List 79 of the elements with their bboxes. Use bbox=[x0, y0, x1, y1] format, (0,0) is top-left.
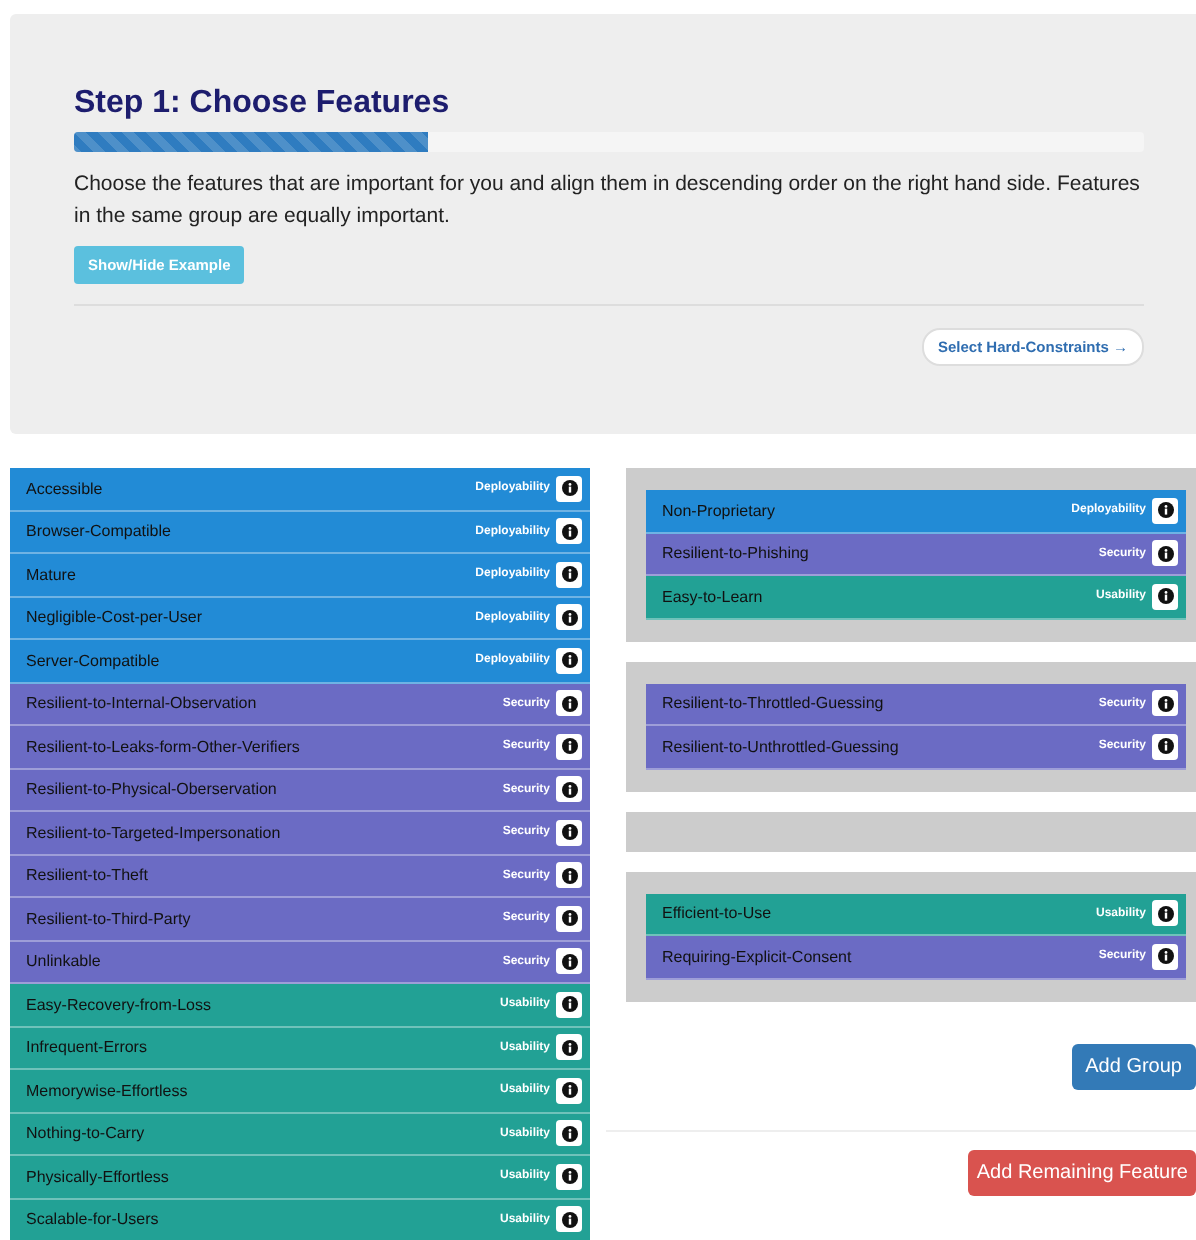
info-button[interactable] bbox=[556, 948, 582, 975]
feature-name: Non-Proprietary bbox=[662, 501, 777, 520]
add-group-button[interactable]: Add Group bbox=[1071, 1043, 1196, 1089]
info-icon bbox=[561, 824, 577, 841]
feature-name: Unlinkable bbox=[26, 952, 103, 971]
info-icon bbox=[561, 652, 577, 669]
info-icon bbox=[561, 996, 577, 1013]
feature-name: Resilient-to-Physical-Oberservation bbox=[26, 780, 279, 799]
info-icon bbox=[1157, 948, 1173, 965]
info-icon bbox=[561, 1039, 577, 1056]
info-icon bbox=[561, 910, 577, 927]
info-icon bbox=[1157, 545, 1173, 562]
feature-name: Resilient-to-Phishing bbox=[662, 544, 811, 563]
info-icon bbox=[561, 867, 577, 884]
info-button[interactable] bbox=[1152, 497, 1178, 524]
info-button[interactable] bbox=[1152, 540, 1178, 567]
feature-name: Resilient-to-Third-Party bbox=[26, 909, 193, 928]
info-button[interactable] bbox=[556, 475, 582, 502]
info-button[interactable] bbox=[556, 1120, 582, 1147]
info-button[interactable] bbox=[1152, 690, 1178, 717]
feature-name: Accessible bbox=[26, 479, 105, 498]
info-button[interactable] bbox=[556, 819, 582, 846]
info-button[interactable] bbox=[556, 1034, 582, 1061]
feature-name: Resilient-to-Unthrottled-Guessing bbox=[662, 737, 901, 756]
feature-name: Easy-Recovery-from-Loss bbox=[26, 995, 213, 1014]
feature-name: Resilient-to-Throttled-Guessing bbox=[662, 694, 886, 713]
info-icon bbox=[561, 566, 577, 583]
info-button[interactable] bbox=[556, 1163, 582, 1190]
info-icon bbox=[561, 1211, 577, 1228]
feature-name: Easy-to-Learn bbox=[662, 587, 765, 606]
info-button[interactable] bbox=[556, 604, 582, 631]
info-button[interactable] bbox=[556, 518, 582, 545]
info-button[interactable] bbox=[1152, 900, 1178, 927]
feature-name: Infrequent-Errors bbox=[26, 1038, 149, 1057]
info-button[interactable] bbox=[1152, 583, 1178, 610]
info-icon bbox=[561, 1125, 577, 1142]
feature-name: Mature bbox=[26, 565, 78, 584]
info-button[interactable] bbox=[556, 561, 582, 588]
info-icon bbox=[1157, 738, 1173, 755]
feature-name: Resilient-to-Leaks-form-Other-Verifiers bbox=[26, 737, 302, 756]
info-button[interactable] bbox=[556, 733, 582, 760]
info-button[interactable] bbox=[556, 991, 582, 1018]
feature-name: Physically-Effortless bbox=[26, 1167, 171, 1186]
info-icon bbox=[1157, 502, 1173, 519]
page-title: Step 1: Choose Features bbox=[74, 86, 452, 122]
feature-name: Resilient-to-Targeted-Impersonation bbox=[26, 823, 283, 842]
info-button[interactable] bbox=[1152, 733, 1178, 760]
info-button[interactable] bbox=[556, 1206, 582, 1233]
info-icon bbox=[561, 480, 577, 497]
info-icon bbox=[561, 1168, 577, 1185]
feature-name: Negligible-Cost-per-User bbox=[26, 608, 205, 627]
info-icon bbox=[561, 1082, 577, 1099]
feature-name: Requiring-Explicit-Consent bbox=[662, 947, 854, 966]
feature-name: Nothing-to-Carry bbox=[26, 1124, 147, 1143]
add-remaining-button[interactable]: Add Remaining Feature bbox=[968, 1149, 1196, 1195]
info-button[interactable] bbox=[556, 690, 582, 717]
info-icon bbox=[1157, 905, 1173, 922]
info-icon bbox=[1157, 588, 1173, 605]
info-button[interactable] bbox=[556, 1077, 582, 1104]
info-icon bbox=[561, 695, 577, 712]
feature-name: Efficient-to-Use bbox=[662, 904, 774, 923]
info-icon bbox=[1157, 695, 1173, 712]
info-icon bbox=[561, 953, 577, 970]
info-icon bbox=[561, 738, 577, 755]
feature-name: Memorywise-Effortless bbox=[26, 1081, 190, 1100]
feature-name: Scalable-for-Users bbox=[26, 1210, 161, 1229]
info-icon bbox=[561, 609, 577, 626]
feature-name: Browser-Compatible bbox=[26, 522, 173, 541]
feature-name: Server-Compatible bbox=[26, 651, 162, 670]
info-button[interactable] bbox=[556, 776, 582, 803]
info-icon bbox=[561, 523, 577, 540]
info-button[interactable] bbox=[556, 647, 582, 674]
feature-name: Resilient-to-Internal-Observation bbox=[26, 694, 259, 713]
info-button[interactable] bbox=[556, 905, 582, 932]
info-button[interactable] bbox=[1152, 943, 1178, 970]
feature-name: Resilient-to-Theft bbox=[26, 866, 150, 885]
description-text: Choose the features that are important for you and align them in descending order on the right hand side. Features in the same group are equally important. bbox=[74, 170, 1142, 232]
info-button[interactable] bbox=[556, 862, 582, 889]
info-icon bbox=[561, 781, 577, 798]
